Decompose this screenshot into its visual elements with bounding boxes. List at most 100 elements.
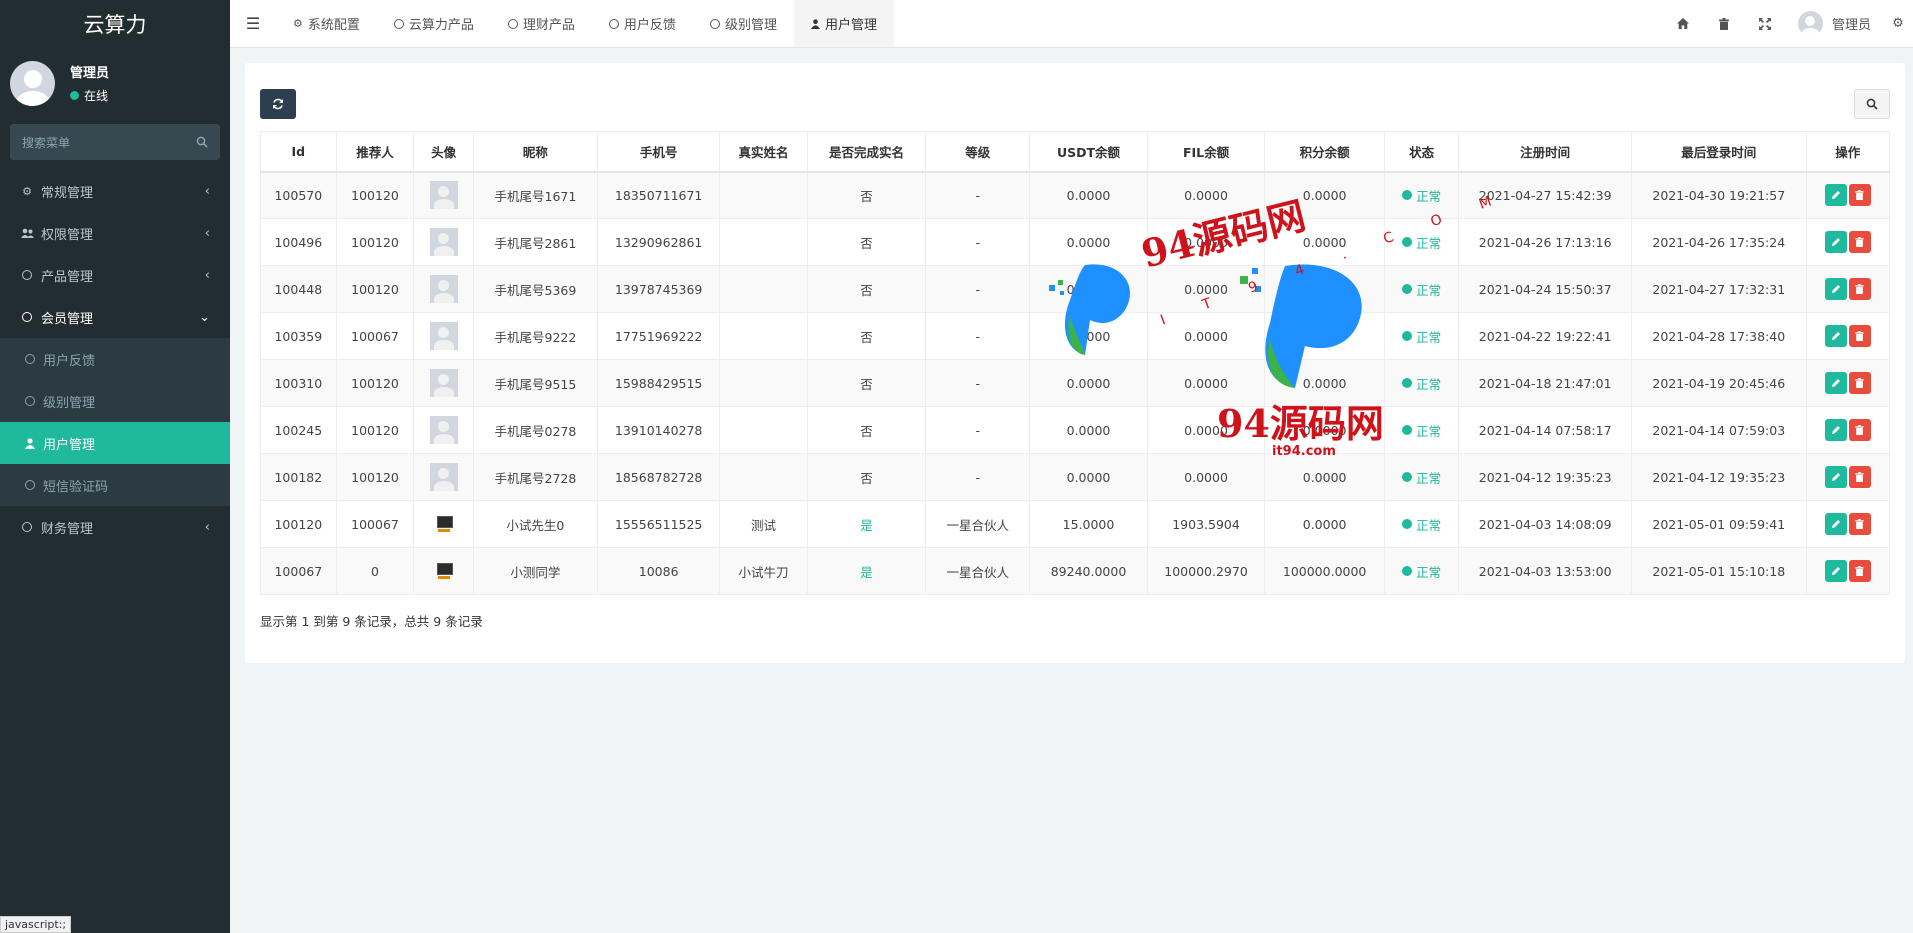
fullscreen-icon[interactable] — [1745, 0, 1786, 48]
table-row[interactable]: 100182 100120 手机尾号2728 18568782728 否 -0.0000 0… — [260, 453, 1891, 501]
table-row[interactable]: 100245 100120 手机尾号0278 13910140278 否 -0.0000 0… — [260, 406, 1891, 454]
delete-button[interactable] — [1848, 372, 1871, 394]
column-header[interactable]: 昵称 — [472, 131, 598, 173]
avatar[interactable] — [429, 322, 458, 350]
sidebar-item-finance[interactable]: 财务管理 ‹ — [0, 506, 230, 548]
table-row[interactable]: 100359 100067 手机尾号9222 17751969222 否 -0.0000 0… — [260, 312, 1891, 360]
column-header[interactable]: 状态 — [1383, 131, 1460, 173]
delete-button[interactable] — [1848, 466, 1871, 488]
sidebar-subitem-sms[interactable]: 短信验证码 — [0, 464, 230, 506]
user-menu[interactable]: 管理员 — [1786, 11, 1883, 36]
edit-button[interactable] — [1824, 513, 1847, 535]
status-dot-icon — [1402, 331, 1413, 341]
cell-reg: 2021-04-22 19:22:41 — [1458, 312, 1632, 360]
search-button[interactable] — [1854, 89, 1890, 119]
search-icon[interactable] — [196, 136, 208, 148]
column-header[interactable]: 注册时间 — [1458, 131, 1632, 173]
avatar[interactable] — [429, 275, 458, 303]
status-dot-icon — [1402, 425, 1413, 435]
column-header[interactable]: 是否完成实名 — [806, 131, 927, 173]
avatar[interactable] — [429, 416, 458, 444]
edit-button[interactable] — [1824, 278, 1847, 300]
cell-level: - — [925, 359, 1031, 407]
edit-button[interactable] — [1824, 419, 1847, 441]
edit-button[interactable] — [1824, 560, 1847, 582]
cell-reg: 2021-04-03 14:08:09 — [1458, 500, 1632, 548]
avatar[interactable] — [435, 515, 453, 533]
app-logo[interactable]: 云算力 — [0, 0, 230, 48]
home-icon[interactable] — [1663, 0, 1704, 48]
cell-phone: 10086 — [596, 547, 721, 595]
sidebar-item-permissions[interactable]: 权限管理 ‹ — [0, 212, 230, 254]
cell-reg: 2021-04-24 15:50:37 — [1458, 265, 1632, 313]
cell-points: 0.0000 — [1264, 406, 1385, 454]
cell-nick: 手机尾号0278 — [472, 406, 598, 454]
cell-last: 2021-04-27 17:32:31 — [1630, 265, 1807, 313]
table-row[interactable]: 100496 100120 手机尾号2861 13290962861 否 -0.0000 0… — [260, 218, 1891, 266]
column-header[interactable]: 最后登录时间 — [1630, 131, 1807, 173]
menu-toggle-icon[interactable]: ☰ — [230, 0, 276, 47]
cell-verified: 否 — [806, 218, 927, 266]
status-label: 正常 — [1416, 376, 1442, 392]
avatar[interactable] — [429, 369, 458, 397]
avatar[interactable] — [429, 181, 458, 210]
edit-button[interactable] — [1824, 325, 1847, 347]
delete-button[interactable] — [1848, 278, 1871, 300]
edit-button[interactable] — [1824, 231, 1847, 253]
sidebar-item-members[interactable]: 会员管理 ⌄ — [0, 296, 230, 338]
status-label: 正常 — [1416, 423, 1442, 439]
delete-button[interactable] — [1848, 419, 1871, 441]
tab-cloud-products[interactable]: 云算力产品 — [377, 0, 491, 47]
user-status-label: 在线 — [84, 89, 109, 103]
sidebar-subitem-users[interactable]: 用户管理 — [0, 422, 230, 464]
delete-button[interactable] — [1848, 231, 1871, 253]
column-header[interactable]: 操作 — [1805, 131, 1891, 173]
column-header[interactable]: USDT余额 — [1029, 131, 1148, 173]
trash-icon — [1855, 378, 1864, 388]
pencil-icon — [1831, 238, 1840, 246]
tab-system-config[interactable]: ⚙ 系统配置 — [276, 0, 377, 47]
cogs-icon[interactable]: ⚙ — [1883, 0, 1913, 48]
refresh-button[interactable] — [260, 89, 296, 119]
tab-finance-products[interactable]: 理财产品 — [491, 0, 592, 47]
status-badge: 正常 — [1402, 468, 1441, 487]
column-header[interactable]: 手机号 — [596, 131, 721, 173]
sidebar-item-general[interactable]: ⚙ 常规管理 ‹ — [0, 170, 230, 212]
column-header[interactable]: FIL余额 — [1146, 131, 1266, 173]
sidebar-search-input[interactable]: 搜索菜单 — [10, 124, 220, 160]
sidebar-item-products[interactable]: 产品管理 ‹ — [0, 254, 230, 296]
tab-user-management[interactable]: 用户管理 — [793, 0, 894, 47]
cell-last: 2021-04-19 20:45:46 — [1630, 359, 1807, 407]
table-row[interactable]: 100310 100120 手机尾号9515 15988429515 否 -0.0000 0… — [260, 359, 1891, 407]
table-row[interactable]: 100120 100067 小试先生0 15556511525 测试是一星合伙人 15.0… — [260, 500, 1891, 548]
tab-levels[interactable]: 级别管理 — [693, 0, 794, 47]
column-header[interactable]: 等级 — [925, 131, 1031, 173]
avatar[interactable] — [435, 562, 453, 580]
sidebar-subitem-feedback[interactable]: 用户反馈 — [0, 338, 230, 380]
trash-icon — [1855, 519, 1864, 529]
column-header[interactable]: 推荐人 — [335, 131, 415, 173]
table-row[interactable]: 100448 100120 手机尾号5369 13978745369 否 -0.0000 0… — [260, 265, 1891, 313]
avatar[interactable] — [429, 228, 458, 256]
table-row[interactable]: 100067 0 小测同学 10086 小试牛刀是一星合伙人 89240.0000 1000… — [260, 547, 1891, 595]
sidebar-subitem-levels[interactable]: 级别管理 — [0, 380, 230, 422]
cell-level: - — [925, 218, 1031, 266]
edit-button[interactable] — [1824, 372, 1847, 394]
column-header[interactable]: 积分余额 — [1264, 131, 1385, 173]
tab-feedback[interactable]: 用户反馈 — [592, 0, 693, 47]
delete-button[interactable] — [1848, 513, 1871, 535]
avatar[interactable] — [429, 463, 458, 491]
delete-button[interactable] — [1848, 560, 1871, 582]
edit-button[interactable] — [1824, 184, 1847, 207]
edit-button[interactable] — [1824, 466, 1847, 488]
delete-button[interactable] — [1848, 184, 1871, 207]
user-status: 在线 — [70, 87, 109, 104]
column-header[interactable]: Id — [260, 131, 337, 173]
cell-avatar — [413, 359, 474, 407]
delete-button[interactable] — [1848, 325, 1871, 347]
column-header[interactable]: 真实姓名 — [719, 131, 808, 173]
trash-icon[interactable] — [1704, 0, 1745, 48]
cell-status: 正常 — [1383, 359, 1460, 407]
table-row[interactable]: 100570 100120 手机尾号1671 18350711671 否 -0.0000 0… — [260, 171, 1891, 219]
column-header[interactable]: 头像 — [413, 131, 474, 173]
